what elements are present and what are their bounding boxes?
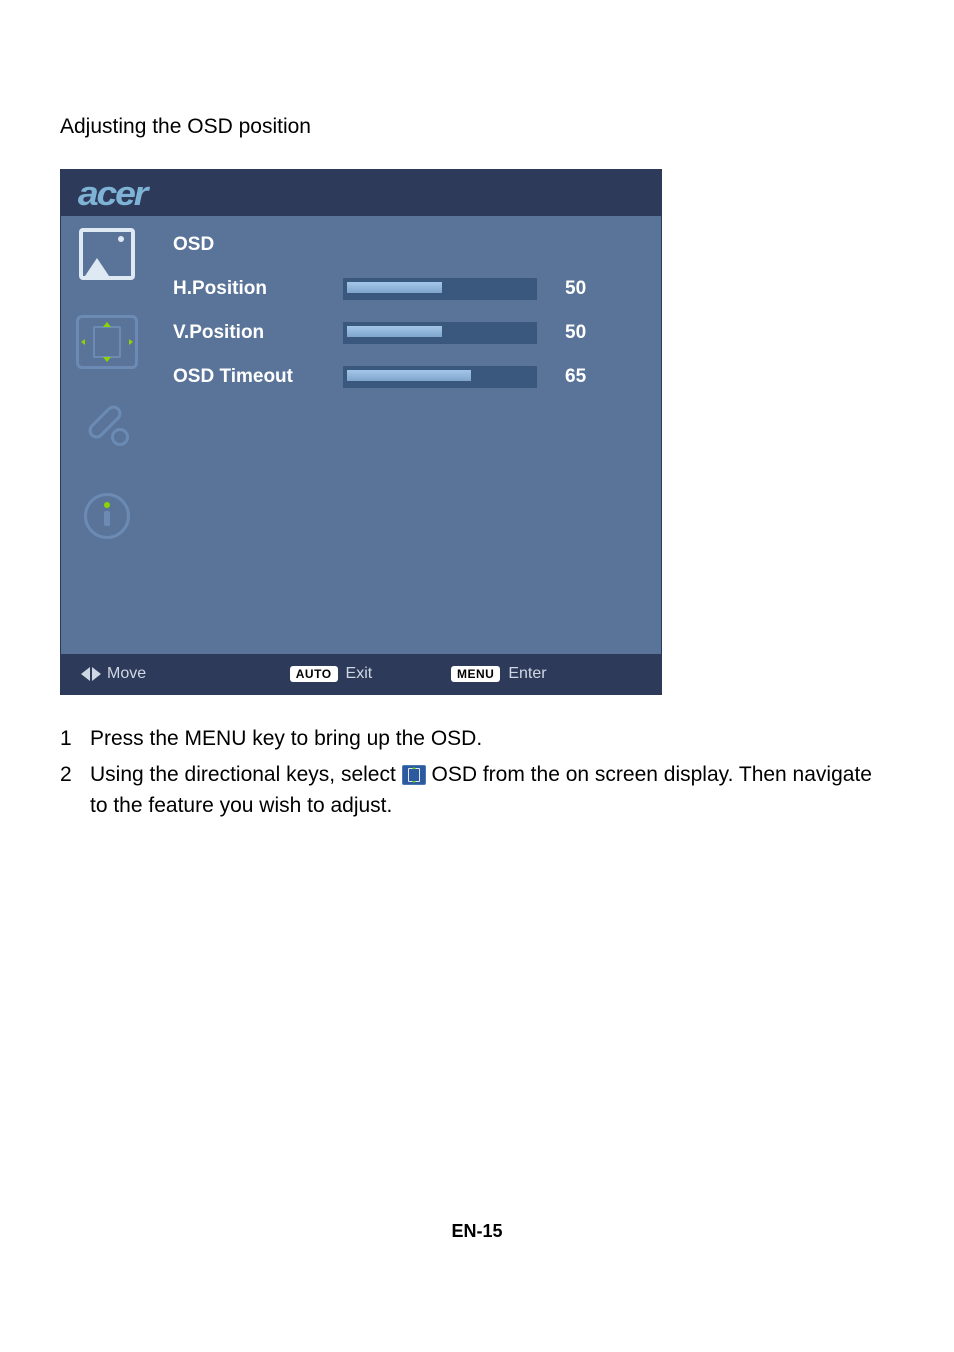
menu-badge: MENU <box>451 666 500 682</box>
osd-value: 50 <box>565 322 605 344</box>
section-heading: Adjusting the OSD position <box>60 115 894 139</box>
page-number: EN-15 <box>0 1221 954 1242</box>
osd-row-timeout[interactable]: OSD Timeout 65 <box>173 366 631 388</box>
osd-panel: acer OSD <box>60 169 662 695</box>
step-text: Press the MENU key to bring up the OSD. <box>90 723 482 755</box>
osd-inline-icon <box>402 765 426 785</box>
footer-enter-label: Enter <box>508 665 546 683</box>
left-right-arrows-icon <box>81 667 101 681</box>
osd-slider[interactable] <box>343 366 537 388</box>
footer-enter: MENU Enter <box>451 665 641 683</box>
osd-value: 65 <box>565 366 605 388</box>
footer-exit-label: Exit <box>346 665 373 683</box>
footer-move: Move <box>81 665 231 683</box>
osd-slider[interactable] <box>343 322 537 344</box>
osd-header: acer <box>61 170 661 216</box>
step-number: 1 <box>60 723 90 755</box>
settings-tab-icon[interactable] <box>79 402 135 458</box>
osd-row-vposition[interactable]: V.Position 50 <box>173 322 631 344</box>
step-text: Using the directional keys, select OSD f… <box>90 759 894 822</box>
instruction-step: 1 Press the MENU key to bring up the OSD… <box>60 723 894 755</box>
osd-label: V.Position <box>173 322 343 344</box>
osd-content: OSD H.Position 50 V.Position 50 <box>153 216 661 654</box>
instruction-step: 2 Using the directional keys, select OSD… <box>60 759 894 822</box>
auto-badge: AUTO <box>290 666 338 682</box>
picture-tab-icon[interactable] <box>79 226 135 282</box>
instruction-list: 1 Press the MENU key to bring up the OSD… <box>60 723 894 822</box>
osd-label: H.Position <box>173 278 343 300</box>
footer-move-label: Move <box>107 665 146 683</box>
info-tab-icon[interactable] <box>79 488 135 544</box>
osd-slider[interactable] <box>343 278 537 300</box>
step-number: 2 <box>60 759 90 822</box>
acer-logo: acer <box>78 175 146 214</box>
osd-value: 50 <box>565 278 605 300</box>
osd-row-hposition[interactable]: H.Position 50 <box>173 278 631 300</box>
osd-label: OSD Timeout <box>173 366 343 388</box>
osd-sidebar <box>61 216 153 654</box>
osd-tab-icon[interactable] <box>71 312 143 372</box>
footer-exit: AUTO Exit <box>211 665 451 683</box>
osd-footer: Move AUTO Exit MENU Enter <box>61 654 661 694</box>
osd-title: OSD <box>173 234 631 256</box>
